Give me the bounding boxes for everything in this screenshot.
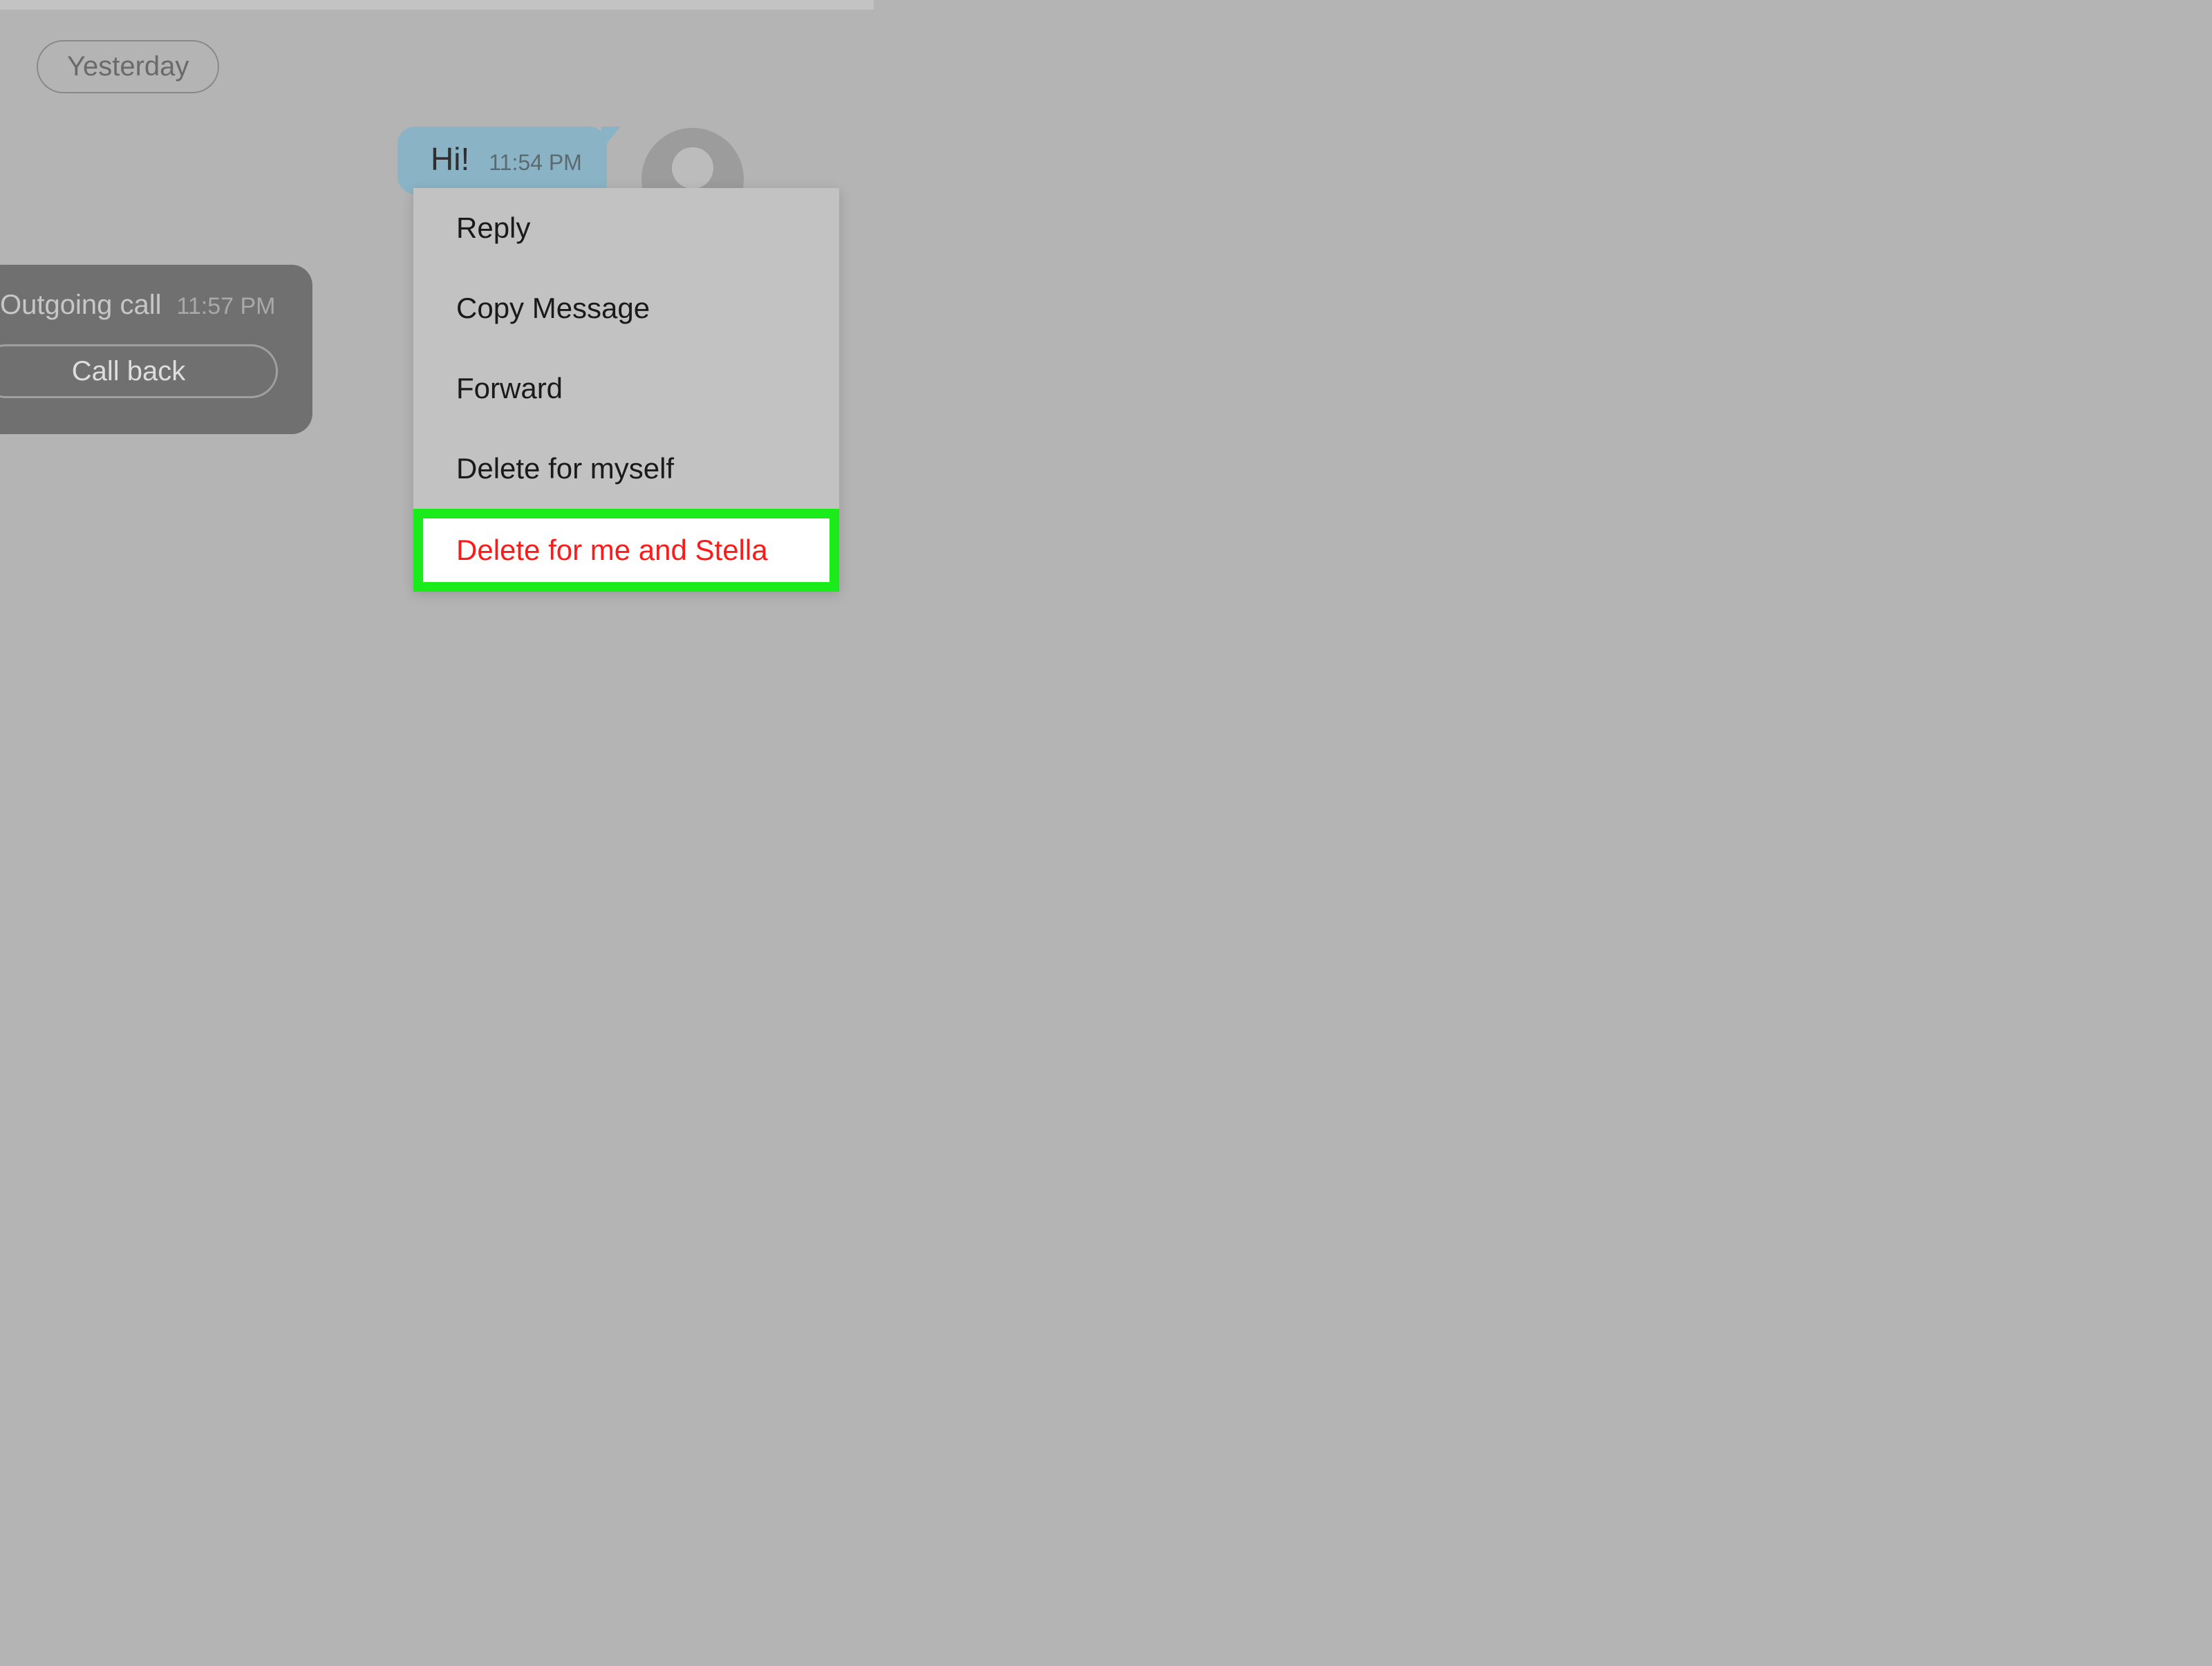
- call-back-button[interactable]: Call back: [0, 344, 278, 398]
- context-menu: Reply Copy Message Forward Delete for my…: [413, 188, 839, 592]
- menu-item-delete-for-both[interactable]: Delete for me and Stella: [413, 509, 839, 592]
- menu-item-delete-for-myself[interactable]: Delete for myself: [413, 429, 839, 509]
- avatar-head-icon: [672, 147, 713, 189]
- message-text: Hi!: [431, 140, 469, 178]
- menu-item-forward[interactable]: Forward: [413, 348, 839, 429]
- call-card: Outgoing call 11:57 PM Call back: [0, 265, 312, 434]
- bubble-tail-icon: [601, 127, 621, 150]
- menu-item-copy-message[interactable]: Copy Message: [413, 268, 839, 348]
- menu-item-reply[interactable]: Reply: [413, 188, 839, 268]
- call-title: Outgoing call: [0, 290, 161, 321]
- date-chip: Yesterday: [37, 40, 219, 93]
- message-time: 11:54 PM: [489, 150, 582, 176]
- call-title-row: Outgoing call 11:57 PM: [0, 290, 292, 321]
- call-time: 11:57 PM: [176, 293, 275, 320]
- message-bubble[interactable]: Hi! 11:54 PM: [397, 127, 607, 194]
- top-bar: [0, 0, 874, 10]
